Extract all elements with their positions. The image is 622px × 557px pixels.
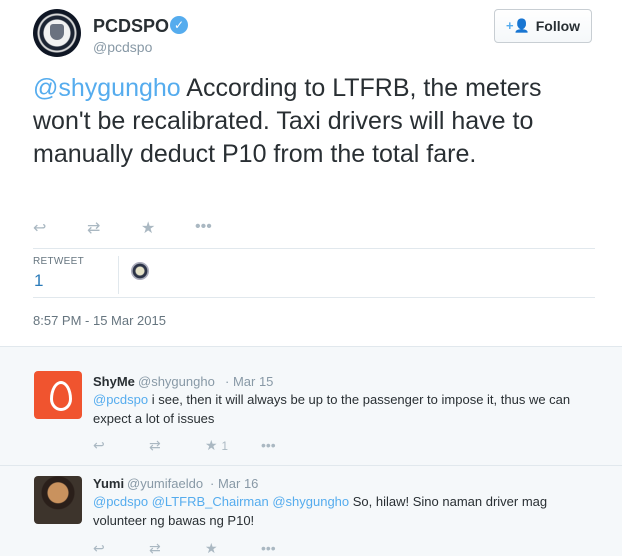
tweet-timestamp[interactable]: 8:57 PM - 15 Mar 2015 <box>33 313 166 328</box>
retweet-icon[interactable]: ⇄ <box>149 540 205 557</box>
main-tweet: PCDSPO ✓ @pcdspo +👤 Follow @shygungho Ac… <box>0 0 622 346</box>
reply-avatar-photo[interactable] <box>34 476 82 524</box>
replies-section: ShyMe @shygungho · Mar 15 @pcdspo i see,… <box>0 346 622 556</box>
reply-actions: ↩ ⇄ ★ ••• <box>93 540 317 557</box>
divider <box>33 248 595 249</box>
retweet-icon[interactable]: ⇄ <box>149 437 205 454</box>
reply-icon[interactable]: ↩ <box>93 540 149 557</box>
retweet-count[interactable]: 1 <box>34 271 43 291</box>
reply-date[interactable]: · Mar 15 <box>225 374 273 389</box>
author-avatar[interactable] <box>33 9 81 57</box>
reply-author-handle[interactable]: @yumifaeldo <box>127 476 203 491</box>
reply-icon[interactable]: ↩ <box>33 218 87 238</box>
more-options-icon[interactable]: ••• <box>261 540 317 557</box>
stats-separator <box>118 256 119 294</box>
favorite-star-icon[interactable]: ★ <box>205 540 261 557</box>
reply-text: @pcdspo i see, then it will always be up… <box>93 390 593 428</box>
retweet-icon[interactable]: ⇄ <box>87 218 141 238</box>
retweet-label: RETWEET <box>33 256 84 267</box>
follow-label: Follow <box>535 18 581 34</box>
reply-avatar-egg[interactable] <box>34 371 82 419</box>
reply-author-handle[interactable]: @shygungho <box>138 374 215 389</box>
reply-text: @pcdspo @LTFRB_Chairman @shygungho So, h… <box>93 492 593 530</box>
verified-check-icon: ✓ <box>170 16 188 34</box>
reply-date[interactable]: · Mar 16 <box>210 476 258 491</box>
favorite-star-icon[interactable]: ★ 1 <box>205 437 261 454</box>
favorite-count: 1 <box>221 440 228 453</box>
reply-author-name[interactable]: Yumi <box>93 476 124 491</box>
divider <box>33 297 595 298</box>
tweet-mention-link[interactable]: @shygungho <box>33 74 181 102</box>
seal-emblem <box>50 24 64 40</box>
author-handle[interactable]: @pcdspo <box>93 39 152 55</box>
reply-mention-link[interactable]: @pcdspo <box>93 392 148 407</box>
follow-button[interactable]: +👤 Follow <box>494 9 592 43</box>
reply-icon[interactable]: ↩ <box>93 437 149 454</box>
favorite-star-icon[interactable]: ★ <box>141 218 195 238</box>
more-options-icon[interactable]: ••• <box>195 218 249 238</box>
reply-author-name[interactable]: ShyMe <box>93 374 135 389</box>
reply-item[interactable]: Yumi @yumifaeldo · Mar 16 @pcdspo @LTFRB… <box>0 466 622 556</box>
reply-actions: ↩ ⇄ ★ 1 ••• <box>93 437 317 454</box>
reply-item[interactable]: ShyMe @shygungho · Mar 15 @pcdspo i see,… <box>0 347 622 465</box>
retweeter-avatar[interactable] <box>131 262 149 280</box>
author-name[interactable]: PCDSPO <box>93 16 169 37</box>
follow-user-icon: +👤 <box>505 18 530 33</box>
tweet-actions: ↩ ⇄ ★ ••• <box>33 218 249 238</box>
more-options-icon[interactable]: ••• <box>261 437 317 454</box>
reply-body: i see, then it will always be up to the … <box>93 392 571 426</box>
reply-mention-links[interactable]: @pcdspo @LTFRB_Chairman @shygungho <box>93 494 349 509</box>
tweet-text: @shygungho According to LTFRB, the meter… <box>33 72 593 171</box>
